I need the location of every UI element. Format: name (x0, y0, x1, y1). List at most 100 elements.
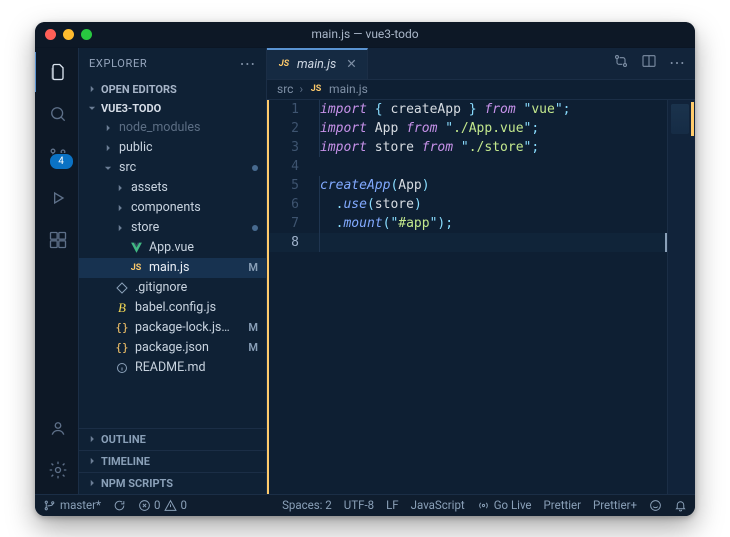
code-editor[interactable]: 1 import { createApp } from "vue"; 2 imp… (267, 100, 667, 494)
activitybar-account[interactable] (35, 408, 80, 448)
line-number: 2 (269, 121, 310, 136)
status-notifications[interactable] (674, 499, 687, 512)
code-line[interactable]: 5 createApp(App) (269, 176, 667, 195)
sidebar-explorer: EXPLORER ⋯ OPEN EDITORS VUE3-TODO node_m… (79, 48, 267, 494)
chevron-right-icon (87, 456, 97, 466)
code-area: 1 import { createApp } from "vue"; 2 imp… (267, 100, 695, 494)
status-eol[interactable]: LF (386, 498, 399, 512)
status-prettier-plus[interactable]: Prettier+ (593, 498, 637, 512)
git-modified-flag: M (248, 341, 258, 354)
gear-icon (48, 460, 68, 480)
activitybar-run[interactable] (35, 178, 80, 218)
tab-label: main.js (297, 57, 336, 72)
status-prettier[interactable]: Prettier (544, 498, 581, 512)
json-file-icon: {} (115, 321, 129, 335)
tree-file-package-json[interactable]: {} package.json M (79, 338, 266, 358)
modified-dot-icon (252, 225, 258, 231)
tree-label: src (119, 160, 136, 175)
minimap[interactable] (667, 100, 695, 494)
status-encoding[interactable]: UTF-8 (344, 498, 374, 512)
editor-actions: ⋯ (603, 48, 695, 79)
tree-folder-components[interactable]: components (79, 198, 266, 218)
code-line[interactable]: 2 import App from "./App.vue"; (269, 119, 667, 138)
branch-icon (43, 499, 56, 512)
activitybar-source-control[interactable]: 4 (35, 136, 80, 176)
vue-file-icon (129, 241, 143, 255)
tree-folder-assets[interactable]: assets (79, 178, 266, 198)
minimap-overview (671, 104, 689, 134)
code-line[interactable]: 4 (269, 157, 667, 176)
line-number: 8 (269, 235, 310, 250)
chevron-right-icon (87, 478, 97, 488)
outline-section[interactable]: OUTLINE (79, 428, 266, 450)
main-area: 4 EXPLORER ⋯ (35, 48, 695, 494)
activitybar-explorer[interactable] (35, 52, 80, 92)
play-bug-icon (48, 188, 68, 208)
activitybar-extensions[interactable] (35, 220, 80, 260)
broadcast-icon (477, 499, 490, 512)
status-language[interactable]: JavaScript (411, 498, 465, 512)
maximize-window-button[interactable] (81, 29, 92, 40)
line-number: 3 (269, 140, 310, 155)
tree-file-main-js[interactable]: JS main.js M (79, 258, 266, 278)
account-icon (48, 418, 68, 438)
chevron-right-icon (115, 183, 125, 193)
tree-folder-node-modules[interactable]: node_modules (79, 118, 266, 138)
section-label: TIMELINE (101, 455, 150, 468)
babel-file-icon: B (115, 301, 129, 315)
breadcrumb-file[interactable]: main.js (329, 82, 368, 96)
tab-main-js[interactable]: JS main.js ✕ (267, 48, 368, 79)
line-number: 6 (269, 197, 310, 212)
search-icon (48, 104, 68, 124)
tab-close-button[interactable]: ✕ (346, 56, 356, 72)
tree-folder-src[interactable]: src (79, 158, 266, 178)
warning-icon (164, 499, 177, 512)
status-feedback[interactable] (649, 499, 662, 512)
breadcrumb[interactable]: src › JS main.js (267, 80, 695, 100)
breadcrumb-folder[interactable]: src (277, 82, 293, 96)
tree-label: App.vue (149, 240, 194, 255)
chevron-right-icon (115, 203, 125, 213)
tree-file-package-lock[interactable]: {} package-lock.js… M (79, 318, 266, 338)
tree-file-app-vue[interactable]: App.vue (79, 238, 266, 258)
tree-file-babel-config[interactable]: B babel.config.js (79, 298, 266, 318)
info-file-icon (115, 361, 129, 375)
tree-label: main.js (149, 260, 189, 275)
tree-folder-store[interactable]: store (79, 218, 266, 238)
open-editors-label: OPEN EDITORS (101, 83, 177, 96)
tree-label: package-lock.js… (135, 320, 230, 335)
status-golive[interactable]: Go Live (477, 498, 532, 512)
code-line[interactable]: 7 .mount("#app"); (269, 214, 667, 233)
window-controls (45, 29, 92, 40)
split-editor-button[interactable] (641, 53, 657, 73)
status-problems[interactable]: 0 0 (138, 498, 187, 512)
code-line-active[interactable]: 8 (269, 233, 667, 252)
chevron-right-icon (87, 84, 97, 94)
code-line[interactable]: 1 import { createApp } from "vue"; (269, 100, 667, 119)
activitybar-search[interactable] (35, 94, 80, 134)
tree-folder-public[interactable]: public (79, 138, 266, 158)
code-line[interactable]: 6 .use(store) (269, 195, 667, 214)
project-root[interactable]: VUE3-TODO (79, 99, 266, 118)
tree-label: assets (131, 180, 168, 195)
line-number: 1 (269, 102, 310, 117)
tree-file-gitignore[interactable]: .gitignore (79, 278, 266, 298)
vscode-window: main.js — vue3-todo 4 (35, 22, 695, 516)
minimap-decoration (691, 102, 694, 136)
status-branch[interactable]: master* (43, 498, 101, 512)
tree-file-readme[interactable]: README.md (79, 358, 266, 378)
section-label: OUTLINE (101, 433, 146, 446)
line-number: 7 (269, 216, 310, 231)
activitybar-settings[interactable] (35, 450, 80, 490)
open-editors-section[interactable]: OPEN EDITORS (79, 80, 266, 99)
status-spaces[interactable]: Spaces: 2 (282, 498, 332, 512)
npm-scripts-section[interactable]: NPM SCRIPTS (79, 472, 266, 494)
section-label: NPM SCRIPTS (101, 477, 173, 490)
close-window-button[interactable] (45, 29, 56, 40)
code-line[interactable]: 3 import store from "./store"; (269, 138, 667, 157)
timeline-section[interactable]: TIMELINE (79, 450, 266, 472)
minimize-window-button[interactable] (63, 29, 74, 40)
compare-changes-button[interactable] (613, 53, 629, 73)
status-sync[interactable] (113, 499, 126, 512)
window-title: main.js — vue3-todo (311, 27, 418, 41)
